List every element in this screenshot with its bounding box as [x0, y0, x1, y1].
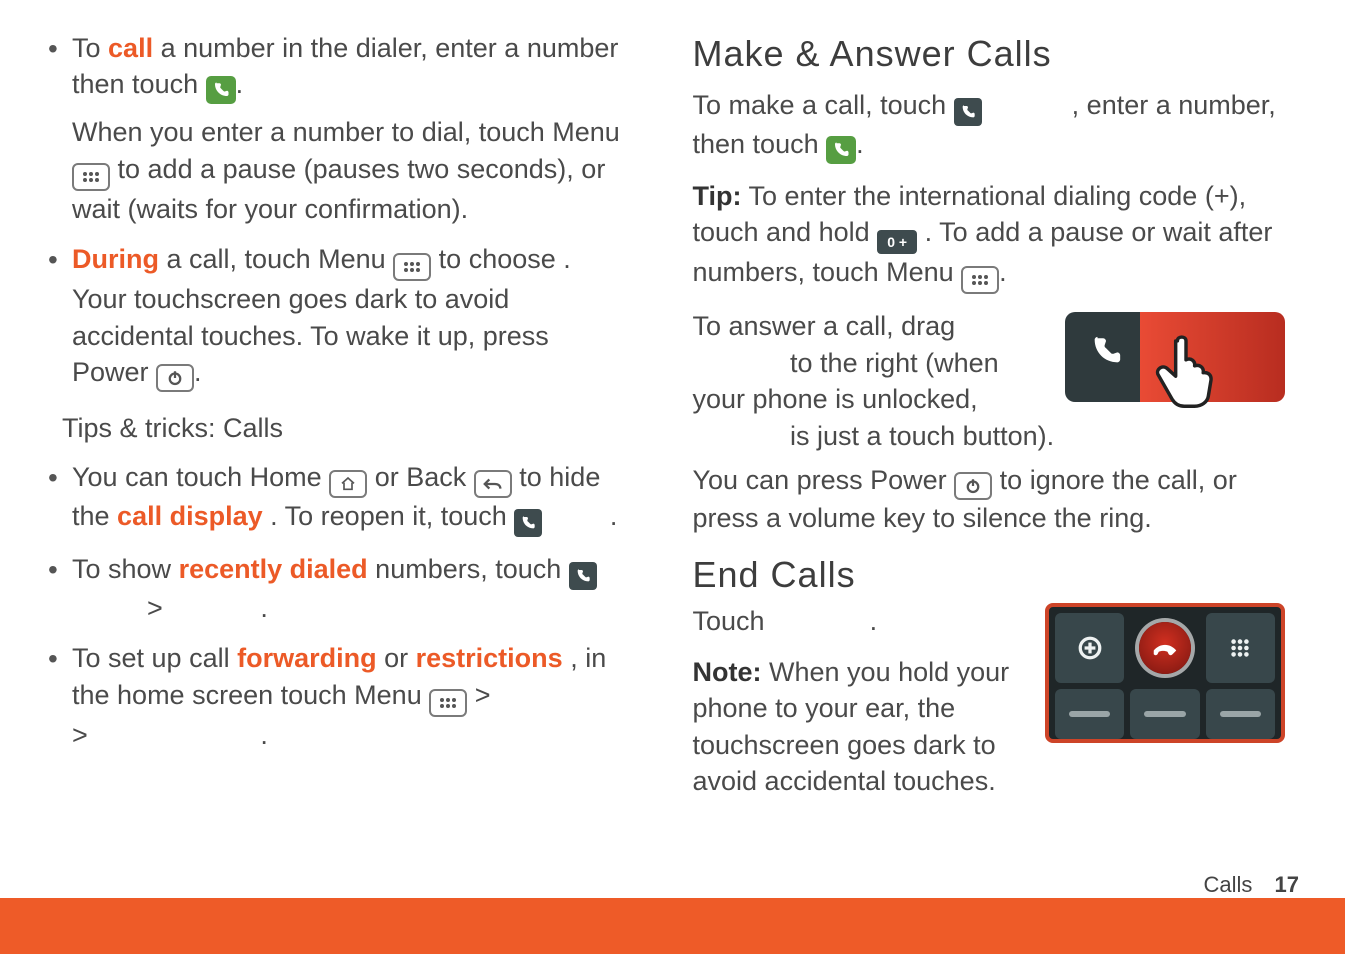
tips-heading: Tips & tricks: Calls: [62, 410, 623, 446]
tip-forwarding: To set up call forwarding or restriction…: [72, 640, 623, 753]
page-number: 17: [1275, 872, 1299, 897]
footer-bar: Calls 17: [0, 898, 1345, 954]
zero-plus-key-icon: 0 +: [877, 230, 917, 254]
text: is just a touch button).: [790, 421, 1054, 451]
panel-cell: [1055, 689, 1124, 739]
panel-cell: [1206, 689, 1275, 739]
highlight-call-display: call display: [117, 501, 263, 531]
left-column: To call a number in the dialer, enter a …: [30, 30, 623, 813]
panel-cell: [1130, 689, 1199, 739]
text: to the right (when your phone is unlocke…: [693, 348, 999, 414]
bullet-call-number: To call a number in the dialer, enter a …: [72, 30, 623, 227]
tip-label: Tip:: [693, 181, 742, 211]
text: To: [72, 33, 108, 63]
phone-icon: [1089, 334, 1123, 368]
text: You can press Power: [693, 465, 955, 495]
text: To answer a call, drag: [693, 311, 956, 341]
phone-app-icon: [514, 509, 542, 537]
right-column: Make & Answer Calls To make a call, touc…: [693, 30, 1286, 813]
page: To call a number in the dialer, enter a …: [0, 0, 1345, 954]
bullet-during-call: During a call, touch Menu to choose . Yo…: [72, 241, 623, 392]
home-icon: [329, 470, 367, 498]
text: >: [475, 680, 498, 710]
text: Touch: [693, 606, 773, 636]
menu-icon: [961, 266, 999, 294]
para-tip: Tip: To enter the international dialing …: [693, 178, 1286, 295]
end-call-button: [1130, 613, 1199, 683]
text: To make a call, touch: [693, 90, 954, 120]
highlight-restrictions: restrictions: [416, 643, 563, 673]
phone-app-icon: [569, 562, 597, 590]
menu-icon: [72, 163, 110, 191]
heading-end-calls: End Calls: [693, 551, 1286, 600]
phone-icon: [206, 76, 236, 104]
footer-label: Calls 17: [1203, 872, 1299, 898]
highlight-recently-dialed: recently dialed: [179, 554, 368, 584]
end-calls-block: Touch . Note: When you hold your phone t…: [693, 603, 1286, 799]
text: a call, touch Menu: [167, 244, 394, 274]
highlight-during: During: [72, 244, 159, 274]
hangup-icon: [1139, 622, 1191, 674]
end-call-illustration: [1045, 603, 1285, 743]
main-bullets: To call a number in the dialer, enter a …: [30, 30, 623, 392]
text: to choose: [439, 244, 564, 274]
text: >: [147, 593, 170, 623]
text: >: [72, 720, 95, 750]
phone-app-icon: [954, 98, 982, 126]
phone-icon: [826, 136, 856, 164]
text: numbers, touch: [375, 554, 569, 584]
text: or Back: [375, 462, 474, 492]
text: or: [384, 643, 416, 673]
text: You can touch Home: [72, 462, 329, 492]
text: a number in the dialer, enter a number t…: [72, 33, 618, 99]
para-answer: To answer a call, drag to the right (whe…: [693, 308, 1286, 454]
tip-recent: To show recently dialed numbers, touch >…: [72, 551, 623, 626]
tip-hide-display: You can touch Home or Back to hide the c…: [72, 459, 623, 537]
section-name: Calls: [1203, 872, 1252, 897]
menu-icon: [393, 253, 431, 281]
text: To set up call: [72, 643, 237, 673]
content-columns: To call a number in the dialer, enter a …: [0, 0, 1345, 813]
text: . To reopen it, touch: [270, 501, 514, 531]
hand-pointer-icon: [1143, 322, 1229, 408]
note-label: Note:: [693, 657, 762, 687]
menu-icon: [429, 689, 467, 717]
para-ignore: You can press Power to ignore the call, …: [693, 462, 1286, 536]
text: When you enter a number to dial, touch M…: [72, 117, 620, 147]
sub-paragraph: When you enter a number to dial, touch M…: [72, 114, 623, 227]
highlight-forwarding: forwarding: [237, 643, 377, 673]
text: to add a pause (pauses two seconds), or …: [72, 154, 605, 224]
para-make-call: To make a call, touch , enter a number, …: [693, 87, 1286, 164]
text: To show: [72, 554, 179, 584]
power-icon: [156, 364, 194, 392]
heading-make-answer: Make & Answer Calls: [693, 30, 1286, 79]
answer-swipe-illustration: [1065, 312, 1285, 402]
dialpad-icon: [1206, 613, 1275, 683]
tips-bullets: You can touch Home or Back to hide the c…: [30, 459, 623, 753]
text: .: [870, 606, 878, 636]
power-icon: [954, 472, 992, 500]
back-icon: [474, 470, 512, 498]
add-call-icon: [1055, 613, 1124, 683]
highlight-call: call: [108, 33, 153, 63]
